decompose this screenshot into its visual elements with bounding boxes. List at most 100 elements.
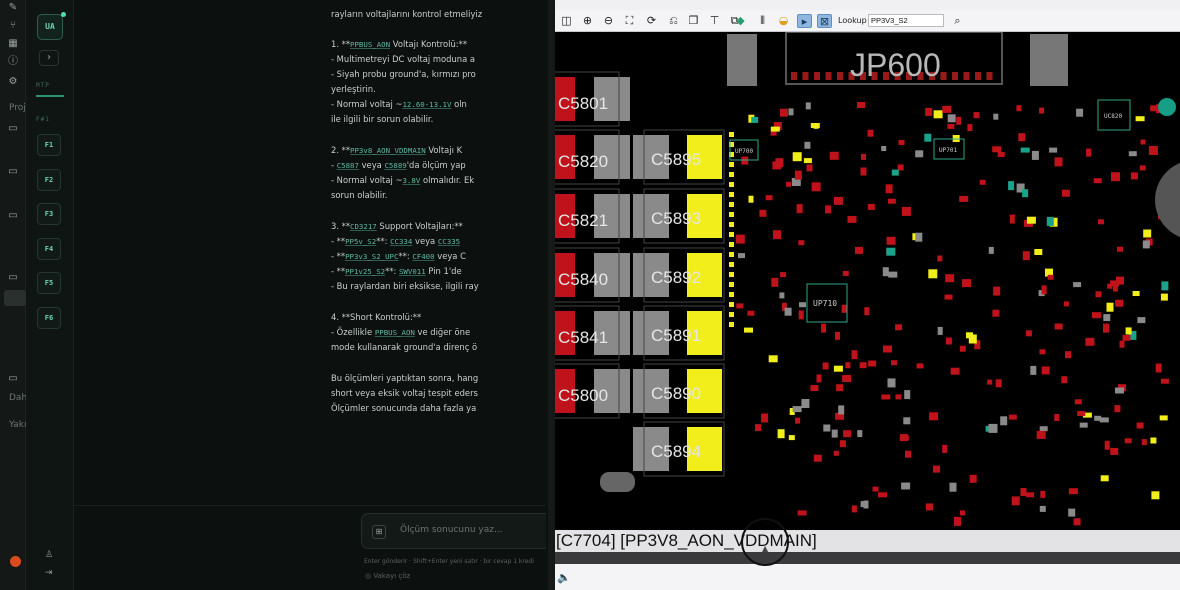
smd-part	[1020, 488, 1027, 496]
code-ref[interactable]: CD3217	[350, 222, 377, 231]
grid-icon[interactable]: ▦	[7, 38, 19, 50]
rotate-icon[interactable]: ⎌	[666, 14, 681, 28]
smd-part	[829, 151, 839, 160]
zoom-in-icon[interactable]: ⊕	[580, 14, 595, 28]
avatar[interactable]	[10, 556, 21, 567]
fit-icon[interactable]: ⛶	[622, 14, 637, 28]
speaker-icon[interactable]: 🔈	[557, 571, 571, 584]
smd-part	[872, 486, 879, 492]
smd-part	[729, 162, 734, 167]
folder-icon[interactable]: ▭	[7, 373, 19, 385]
panel-divider[interactable]	[548, 0, 555, 590]
info-icon[interactable]: ⓘ	[7, 56, 19, 68]
pin-icon[interactable]: ⊤	[707, 14, 722, 28]
code-ref[interactable]: SWV011	[399, 267, 426, 276]
text: 3. **	[331, 221, 351, 231]
input-hint: Enter gönderir · Shift+Enter yeni satır …	[364, 558, 534, 565]
diamond-icon[interactable]: ◆	[733, 14, 748, 28]
smd-part	[916, 363, 924, 369]
message-line: Bu ölçümleri yaptıktan sonra, hang	[331, 373, 479, 383]
smd-part	[1073, 282, 1082, 288]
fkey-f5[interactable]: F5	[37, 272, 61, 294]
pcb-canvas[interactable]: JP600 C5801 C5820 C5821 C5840 C5841 C5800 C589…	[555, 32, 1180, 530]
text: **:	[398, 251, 413, 261]
panel-toggle-icon[interactable]: ◫	[559, 14, 574, 28]
jp600-label: JP600	[850, 47, 941, 83]
smd-part	[1130, 172, 1138, 180]
folder-icon[interactable]: ▭	[7, 272, 19, 284]
highlight-icon[interactable]: ◒	[776, 14, 791, 28]
cap-label: C5801	[558, 94, 608, 113]
connector-pin	[791, 72, 797, 80]
mirror-icon[interactable]: ⫴	[755, 14, 770, 28]
online-status-dot	[61, 12, 66, 17]
refresh-icon[interactable]: ⟳	[644, 14, 659, 28]
smd-part	[825, 205, 832, 214]
code-ref[interactable]: PP3v3_S2_UPC	[345, 252, 398, 261]
net-tool-icon[interactable]: ⊠	[817, 14, 832, 28]
smd-part	[792, 152, 802, 162]
select-tool-icon[interactable]: ▸	[797, 14, 812, 28]
folder-icon[interactable]: ▭	[7, 210, 19, 222]
message-input[interactable]: ⊞ Ölçüm sonucunu yaz...	[361, 513, 546, 549]
lookup-input[interactable]: PP3V3_S2	[868, 14, 944, 27]
smd-part	[1094, 415, 1102, 421]
fkey-f3[interactable]: F3	[37, 203, 61, 225]
solve-case-link[interactable]: ◎ Vakayı çöz	[365, 572, 410, 580]
code-ref[interactable]: CC334	[390, 237, 412, 246]
fkey-f4[interactable]: F4	[37, 238, 61, 260]
edit-icon[interactable]: ✎	[7, 2, 19, 14]
branch-icon[interactable]: ⑂	[7, 20, 19, 32]
smd-part	[1039, 107, 1045, 114]
code-ref[interactable]: PP1v25_S2	[345, 267, 385, 276]
bottom-bar: 🔈	[555, 564, 1180, 590]
code-ref[interactable]: CC335	[438, 237, 460, 246]
folder-icon[interactable]: ▭	[7, 123, 19, 135]
user-icon[interactable]: ♙	[45, 550, 53, 560]
code-ref[interactable]: CF400	[412, 252, 434, 261]
smd-part	[987, 379, 993, 385]
cap-label: C5892	[651, 268, 701, 287]
code-ref[interactable]: C5889	[384, 161, 406, 170]
fkey-f2[interactable]: F2	[37, 169, 61, 191]
code-ref[interactable]: PPBUS_AON	[350, 40, 390, 49]
settings-icon[interactable]: ⚙	[7, 76, 19, 88]
user-badge[interactable]: UA	[37, 14, 63, 40]
smd-part	[1148, 146, 1158, 155]
search-icon[interactable]: ⌕	[950, 14, 965, 28]
smd-part	[895, 324, 903, 331]
text: - **	[331, 236, 346, 246]
code-ref[interactable]: 12.60-13.1V	[402, 100, 451, 109]
up700-label: UP700	[735, 148, 753, 155]
logout-icon[interactable]: ⇥	[45, 568, 53, 578]
pcb-board[interactable]: JP600 C5801 C5820 C5821 C5840 C5841 C5800 C589…	[555, 32, 1180, 530]
smd-part	[960, 510, 965, 516]
code-ref[interactable]: PP5v_S2	[345, 237, 376, 246]
fkey-f1[interactable]: F1	[37, 134, 61, 156]
folder-icon[interactable]: ▭	[7, 166, 19, 178]
code-ref[interactable]: PP3v8_AON_VDDMAIN	[350, 146, 426, 155]
expand-button[interactable]: ›	[39, 50, 59, 66]
smd-part	[1008, 181, 1015, 191]
code-ref[interactable]: C5887	[337, 161, 359, 170]
attach-icon[interactable]: ⊞	[372, 525, 386, 539]
cap-label: C5821	[558, 211, 608, 230]
text: oln	[451, 99, 467, 109]
smd-part	[1022, 189, 1029, 198]
fkey-f6[interactable]: F6	[37, 307, 61, 329]
code-ref[interactable]: 3.8V	[402, 176, 420, 185]
smd-part	[1026, 492, 1035, 498]
zoom-out-icon[interactable]: ⊖	[601, 14, 616, 28]
smd-part	[1086, 148, 1092, 157]
smd-part	[886, 247, 896, 256]
smd-part	[835, 331, 840, 340]
copy-icon[interactable]: ❐	[686, 14, 701, 28]
smd-part	[997, 152, 1005, 157]
code-ref[interactable]: PPBUS_AON	[375, 328, 415, 337]
smd-part	[905, 450, 911, 458]
horizontal-scrollbar[interactable]	[555, 552, 1180, 564]
smd-part	[861, 153, 866, 160]
smd-part	[945, 337, 952, 345]
smd-part	[878, 492, 887, 498]
input-placeholder: Ölçüm sonucunu yaz...	[400, 525, 503, 535]
